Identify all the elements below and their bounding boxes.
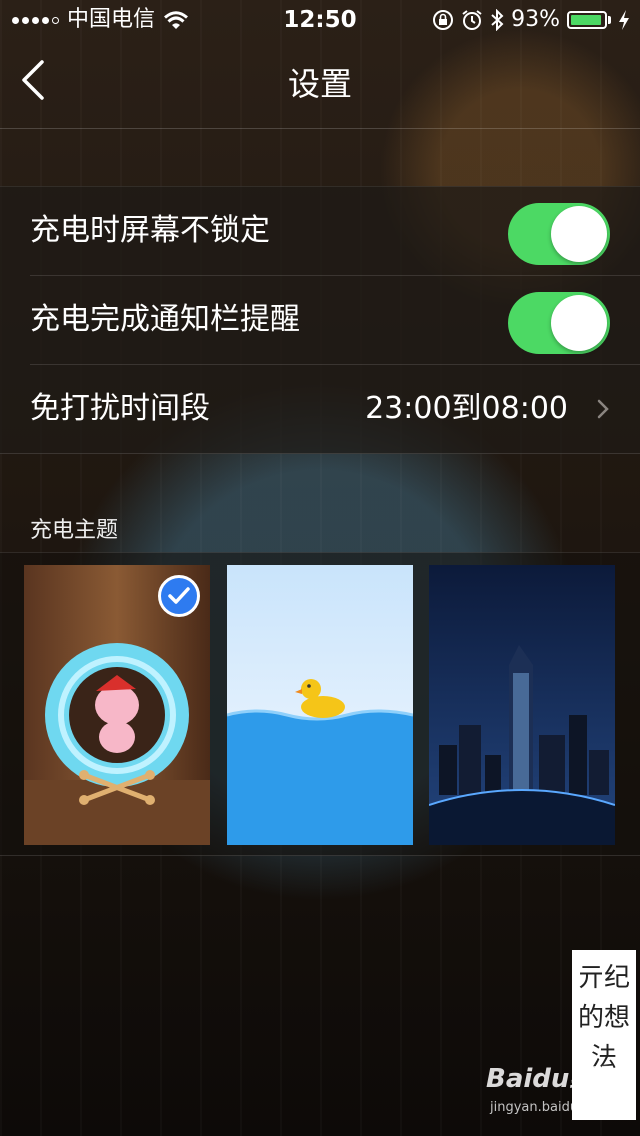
dnd-time-range: 23:00到08:00 [365, 391, 568, 426]
setting-row-screen-no-lock: 充电时屏幕不锁定 [30, 187, 640, 276]
baidu-url: jingyan.baidu.com [490, 1100, 610, 1115]
charge-complete-notify-toggle[interactable] [508, 292, 610, 354]
theme-night-city[interactable] [429, 565, 615, 845]
alarm-icon [462, 10, 482, 30]
settings-group: 充电时屏幕不锁定 充电完成通知栏提醒 免打扰时间段 23:00到08:00 [0, 186, 640, 454]
status-bar: 中国电信 12:50 93% [0, 0, 640, 40]
setting-label: 充电完成通知栏提醒 [30, 302, 300, 337]
screen-no-lock-toggle[interactable] [508, 203, 610, 265]
setting-row-do-not-disturb[interactable]: 免打扰时间段 23:00到08:00 [30, 365, 640, 453]
selected-check-badge [158, 575, 200, 617]
setting-label: 免打扰时间段 [30, 391, 210, 426]
setting-row-charge-complete-notify: 充电完成通知栏提醒 [30, 276, 640, 365]
page-title: 设置 [287, 65, 352, 103]
baidu-logo: Baidu经验 [486, 1064, 622, 1094]
orientation-lock-icon [433, 10, 454, 30]
chevron-right-icon [597, 399, 609, 419]
checkmark-icon [168, 587, 190, 604]
charging-theme-title: 充电主题 [30, 518, 119, 543]
theme-bunny-wheel[interactable] [24, 565, 210, 845]
battery-icon [567, 11, 611, 29]
theme-list [0, 552, 640, 856]
setting-label: 充电时屏幕不锁定 [30, 213, 270, 248]
charging-icon [619, 10, 629, 30]
battery-percent: 93% [511, 7, 560, 32]
navigation-bar: 设置 [0, 40, 640, 129]
theme-rubber-duck[interactable] [227, 565, 413, 845]
bluetooth-icon [491, 9, 504, 31]
